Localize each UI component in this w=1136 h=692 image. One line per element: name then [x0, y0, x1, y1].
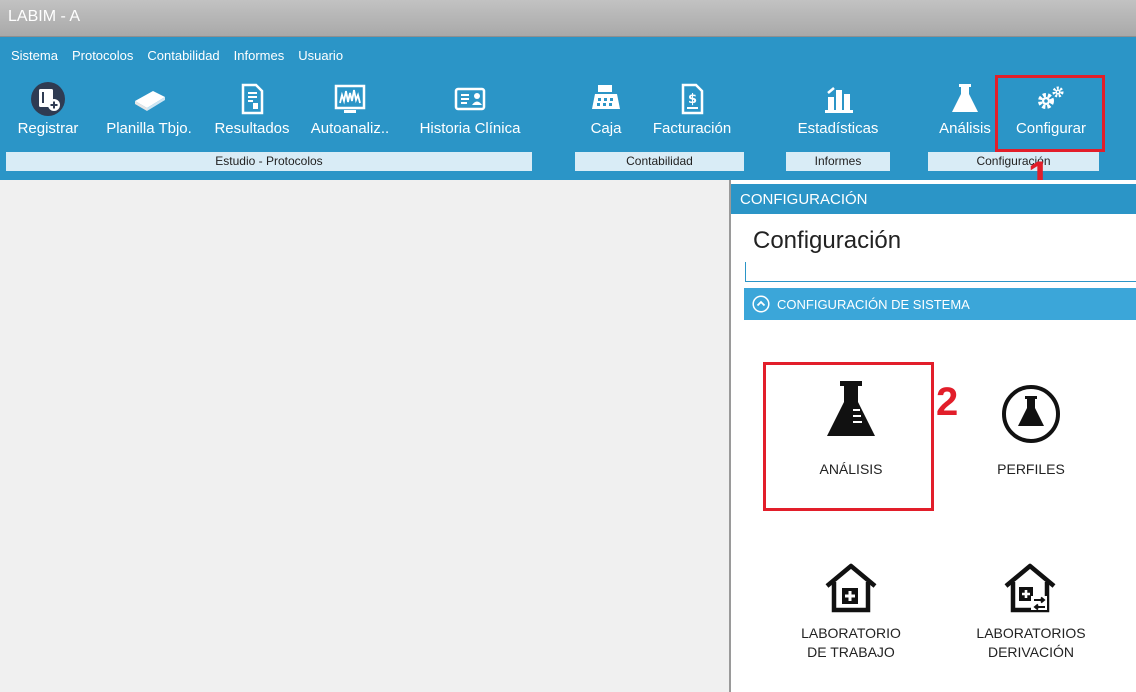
- title-bar: LABIM - A: [0, 0, 1136, 37]
- annotation-frame-2: [763, 362, 934, 511]
- menu-protocolos[interactable]: Protocolos: [65, 47, 140, 67]
- menu-usuario[interactable]: Usuario: [291, 47, 350, 67]
- flask-circle-icon: [1002, 385, 1060, 443]
- tile-perfiles-label: PERFILES: [997, 461, 1065, 477]
- window-title: LABIM - A: [8, 8, 81, 25]
- analisis-ribbon-label: Análisis: [939, 120, 991, 137]
- registrar-label: Registrar: [17, 120, 79, 137]
- planilla-label: Planilla Tbjo.: [106, 120, 192, 137]
- tile-laboratorio-trabajo-label-2: DE TRABAJO: [807, 644, 895, 660]
- analisis-ribbon-button[interactable]: Análisis: [934, 81, 996, 137]
- caja-button[interactable]: Caja: [584, 81, 628, 137]
- results-document-icon: [241, 83, 264, 115]
- worksheet-icon: [135, 91, 165, 111]
- historia-clinica-button[interactable]: Historia Clínica: [410, 81, 530, 137]
- medical-record-card-icon: [454, 87, 486, 111]
- tile-laboratorios-derivacion[interactable]: LABORATORIOS DERIVACIÓN: [961, 560, 1101, 680]
- tile-laboratorios-derivacion-label-2: DERIVACIÓN: [987, 644, 1075, 660]
- estadisticas-button[interactable]: Estadísticas: [786, 81, 890, 137]
- registrar-button[interactable]: Registrar: [6, 81, 90, 137]
- chevron-up-circle-icon[interactable]: [752, 295, 770, 313]
- group-configuracion: Configuración: [928, 152, 1099, 171]
- autoanaliz-button[interactable]: Autoanaliz..: [304, 81, 396, 137]
- statistics-bars-icon: [825, 87, 853, 113]
- group-contabilidad: Contabilidad: [575, 152, 744, 171]
- analyzer-monitor-icon: [334, 84, 366, 113]
- panel-title: Configuración: [753, 227, 902, 254]
- panel-header: CONFIGURACIÓN: [731, 184, 1136, 214]
- section-label: CONFIGURACIÓN DE SISTEMA: [777, 297, 970, 312]
- caja-label: Caja: [590, 120, 622, 137]
- tile-laboratorios-derivacion-label-1: LABORATORIOS: [976, 625, 1086, 641]
- main-content-area: [0, 180, 730, 692]
- autoanaliz-label: Autoanaliz..: [310, 120, 390, 137]
- resultados-label: Resultados: [214, 120, 290, 137]
- annotation-number-2: 2: [936, 380, 959, 424]
- resultados-button[interactable]: Resultados: [206, 81, 298, 137]
- panel-header-label: CONFIGURACIÓN: [740, 191, 868, 208]
- section-configuracion-sistema[interactable]: CONFIGURACIÓN DE SISTEMA: [744, 288, 1136, 320]
- menu-sistema[interactable]: Sistema: [0, 47, 65, 67]
- historia-clinica-label: Historia Clínica: [419, 120, 521, 137]
- estadisticas-label: Estadísticas: [797, 120, 879, 137]
- tile-perfiles[interactable]: PERFILES: [961, 376, 1101, 500]
- group-informes: Informes: [786, 152, 890, 171]
- group-estudio-protocolos: Estudio - Protocolos: [6, 152, 532, 171]
- menu-bar: Sistema Protocolos Contabilidad Informes…: [0, 47, 350, 67]
- home-transfer-icon: [1004, 563, 1056, 613]
- tile-laboratorio-trabajo-label-1: LABORATORIO: [801, 625, 901, 641]
- flask-icon: [952, 84, 978, 112]
- register-protocol-icon: [31, 82, 65, 116]
- facturacion-label: Facturación: [652, 120, 732, 137]
- invoice-dollar-icon: $: [681, 83, 704, 115]
- menu-informes[interactable]: Informes: [227, 47, 292, 67]
- annotation-frame-1: [995, 75, 1105, 152]
- facturacion-button[interactable]: $ Facturación: [642, 81, 742, 137]
- tile-laboratorio-trabajo[interactable]: LABORATORIO DE TRABAJO: [771, 560, 931, 680]
- menu-contabilidad[interactable]: Contabilidad: [140, 47, 226, 67]
- ribbon: Sistema Protocolos Contabilidad Informes…: [0, 37, 1136, 180]
- svg-text:$: $: [688, 92, 697, 107]
- home-add-icon: [825, 563, 877, 613]
- cash-register-icon: [592, 85, 620, 109]
- panel-tab-strip: [745, 262, 1136, 282]
- planilla-button[interactable]: Planilla Tbjo.: [94, 81, 204, 137]
